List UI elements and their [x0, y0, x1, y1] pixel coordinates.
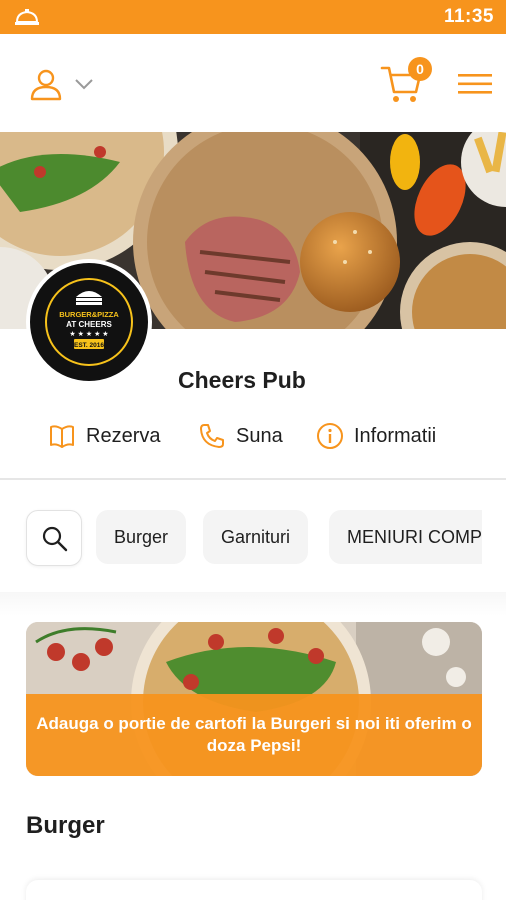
svg-text:★ ★ ★ ★ ★: ★ ★ ★ ★ ★ — [69, 330, 108, 338]
cart-count-badge: 0 — [408, 57, 432, 81]
divider — [0, 478, 506, 480]
restaurant-logo: BURGER&PIZZA AT CHEERS ★ ★ ★ ★ ★ EST. 20… — [26, 259, 152, 385]
category-bar: Burger Garnituri MENIURI COMPLETE — [0, 496, 506, 592]
info-icon — [317, 423, 343, 449]
search-button[interactable] — [26, 510, 82, 566]
account-button[interactable] — [28, 66, 98, 102]
reserve-label: Rezerva — [86, 424, 161, 447]
promo-banner[interactable]: Adauga o portie de cartofi la Burgeri si… — [26, 622, 482, 776]
logo-text-line2: AT CHEERS — [66, 320, 112, 329]
status-bar: 11:35 — [0, 0, 506, 34]
app-bar: 0 — [0, 34, 506, 132]
info-label: Informatii — [354, 424, 437, 447]
book-icon — [50, 425, 74, 448]
hamburger-menu-button[interactable] — [456, 72, 494, 96]
restaurant-actions: Rezerva Suna Informatii — [0, 418, 506, 456]
logo-text-line1: BURGER&PIZZA — [59, 310, 119, 319]
cart-button[interactable]: 0 — [380, 54, 436, 104]
status-time: 11:35 — [443, 6, 494, 27]
call-label: Suna — [236, 424, 283, 447]
chevron-down-icon — [75, 79, 93, 90]
section-title-burger: Burger — [26, 812, 105, 839]
category-chip-meniuri-complete[interactable]: MENIURI COMPLETE — [329, 510, 482, 564]
info-button[interactable]: Informatii — [316, 418, 436, 454]
search-icon — [42, 526, 68, 552]
product-card[interactable] — [26, 880, 482, 900]
category-chip-burger[interactable]: Burger — [96, 510, 187, 564]
call-button[interactable]: Suna — [198, 418, 283, 454]
phone-icon — [200, 424, 224, 448]
promo-text: Adauga o portie de cartofi la Burgeri si… — [36, 714, 472, 755]
category-chip-garnituri[interactable]: Garnituri — [203, 510, 309, 564]
reserve-button[interactable]: Rezerva — [48, 418, 160, 454]
logo-text-line3: EST. 2016 — [74, 342, 104, 349]
user-icon — [30, 69, 62, 101]
promo-text-band: Adauga o portie de cartofi la Burgeri si… — [26, 694, 482, 776]
hamburger-menu-icon — [458, 74, 492, 94]
bell-icon — [15, 9, 39, 25]
restaurant-name: Cheers Pub — [178, 367, 306, 393]
